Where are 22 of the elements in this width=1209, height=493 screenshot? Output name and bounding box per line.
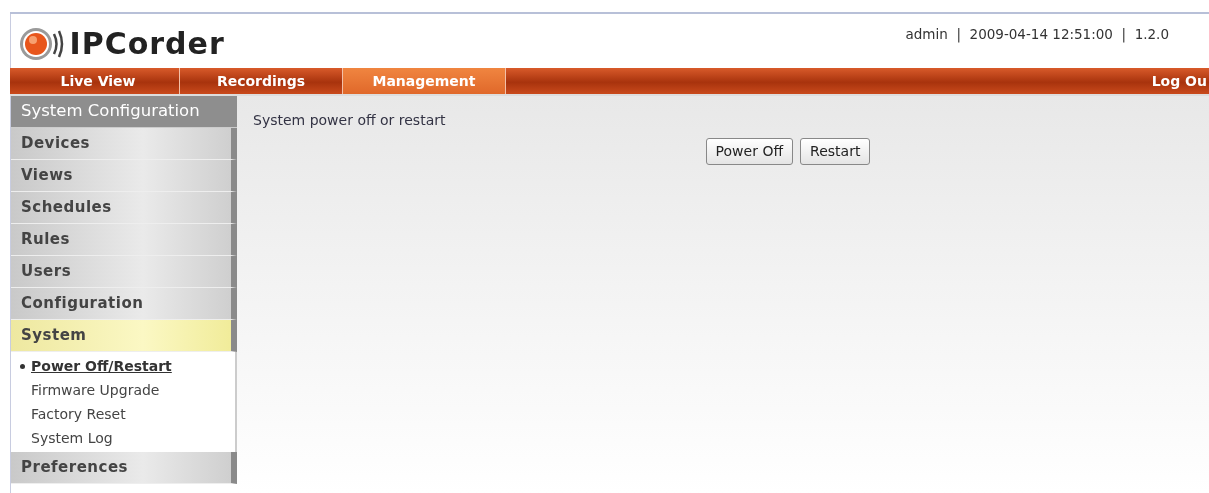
sidebar-item[interactable]: Configuration — [11, 288, 237, 320]
sidebar-item[interactable]: Views — [11, 160, 237, 192]
logo-text: IPCorder — [69, 25, 225, 63]
submenu-item[interactable]: Factory Reset — [11, 402, 126, 426]
submenu-item[interactable]: Power Off/Restart — [25, 354, 172, 378]
sidebar-title: System Configuration — [11, 96, 237, 128]
submenu-item[interactable]: System Log — [11, 426, 113, 450]
bullet-icon — [20, 363, 25, 369]
logout-link[interactable]: Log Ou — [1151, 70, 1207, 92]
action-button[interactable]: Restart — [800, 138, 871, 165]
sidebar-item[interactable]: Users — [11, 256, 237, 288]
action-button[interactable]: Power Off — [705, 138, 794, 165]
logo-icon — [18, 25, 66, 62]
sidebar-item[interactable]: Devices — [11, 128, 237, 160]
status-info: admin | 2009-04-14 12:51:00 | 1.2.0 — [905, 25, 1170, 45]
sidebar-item[interactable]: Rules — [11, 224, 237, 256]
sidebar-item[interactable]: System — [11, 320, 237, 352]
sidebar-item[interactable]: Preferences — [11, 452, 237, 484]
description-text: System power off or restart — [253, 111, 447, 130]
sidebar-item[interactable]: Schedules — [11, 192, 237, 224]
nav-tab[interactable]: Live View — [17, 68, 180, 94]
submenu-item[interactable]: Firmware Upgrade — [11, 378, 160, 402]
